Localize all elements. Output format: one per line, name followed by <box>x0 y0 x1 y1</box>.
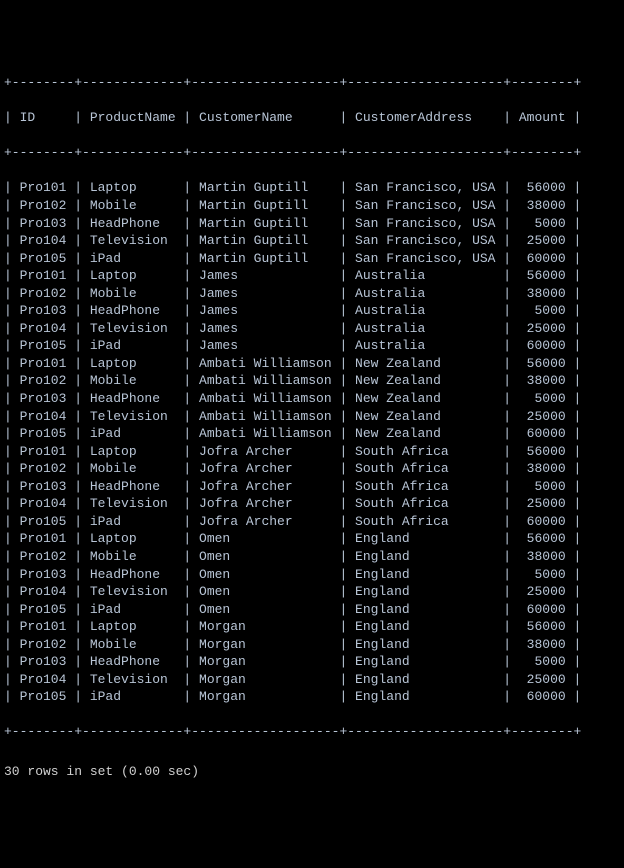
table-row: | Pro105 | iPad | Martin Guptill | San F… <box>4 250 620 268</box>
table-row: | Pro104 | Television | Omen | England |… <box>4 583 620 601</box>
status-line: 30 rows in set (0.00 sec) <box>4 763 620 781</box>
table-row: | Pro102 | Mobile | James | Australia | … <box>4 285 620 303</box>
table-row: | Pro102 | Mobile | Jofra Archer | South… <box>4 460 620 478</box>
table-row: | Pro105 | iPad | Morgan | England | 600… <box>4 688 620 706</box>
table-row: | Pro101 | Laptop | Jofra Archer | South… <box>4 443 620 461</box>
table-body: | Pro101 | Laptop | Martin Guptill | San… <box>4 179 620 705</box>
table-row: | Pro103 | HeadPhone | Jofra Archer | So… <box>4 478 620 496</box>
table-header-ruler: +--------+-------------+----------------… <box>4 144 620 162</box>
table-row: | Pro101 | Laptop | Omen | England | 560… <box>4 530 620 548</box>
table-top-ruler: +--------+-------------+----------------… <box>4 74 620 92</box>
table-row: | Pro101 | Laptop | Ambati Williamson | … <box>4 355 620 373</box>
table-row: | Pro103 | HeadPhone | Martin Guptill | … <box>4 215 620 233</box>
table-row: | Pro104 | Television | James | Australi… <box>4 320 620 338</box>
table-row: | Pro103 | HeadPhone | Morgan | England … <box>4 653 620 671</box>
table-row: | Pro105 | iPad | Omen | England | 60000… <box>4 601 620 619</box>
table-row: | Pro103 | HeadPhone | Omen | England | … <box>4 566 620 584</box>
table-row: | Pro105 | iPad | Jofra Archer | South A… <box>4 513 620 531</box>
table-row: | Pro102 | Mobile | Ambati Williamson | … <box>4 372 620 390</box>
table-row: | Pro104 | Television | Morgan | England… <box>4 671 620 689</box>
table-row: | Pro101 | Laptop | James | Australia | … <box>4 267 620 285</box>
table-row: | Pro103 | HeadPhone | James | Australia… <box>4 302 620 320</box>
table-row: | Pro102 | Mobile | Omen | England | 380… <box>4 548 620 566</box>
table-row: | Pro104 | Television | Jofra Archer | S… <box>4 495 620 513</box>
table-bottom-ruler: +--------+-------------+----------------… <box>4 723 620 741</box>
table-row: | Pro104 | Television | Martin Guptill |… <box>4 232 620 250</box>
table-row: | Pro101 | Laptop | Martin Guptill | San… <box>4 179 620 197</box>
table-row: | Pro102 | Mobile | Morgan | England | 3… <box>4 636 620 654</box>
table-row: | Pro101 | Laptop | Morgan | England | 5… <box>4 618 620 636</box>
table-row: | Pro102 | Mobile | Martin Guptill | San… <box>4 197 620 215</box>
table-row: | Pro105 | iPad | James | Australia | 60… <box>4 337 620 355</box>
table-row: | Pro103 | HeadPhone | Ambati Williamson… <box>4 390 620 408</box>
table-row: | Pro104 | Television | Ambati Williamso… <box>4 408 620 426</box>
table-header-row: | ID | ProductName | CustomerName | Cust… <box>4 109 620 127</box>
table-row: | Pro105 | iPad | Ambati Williamson | Ne… <box>4 425 620 443</box>
